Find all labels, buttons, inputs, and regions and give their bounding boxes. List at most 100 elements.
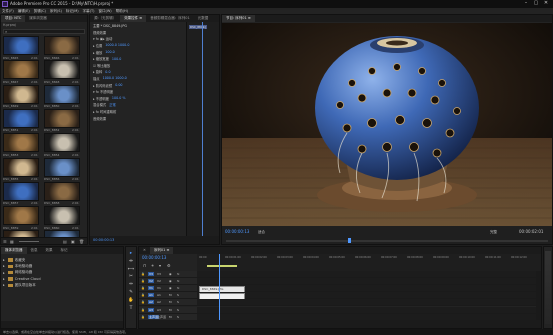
fit-dropdown[interactable]: 适合 <box>258 230 265 235</box>
icon-view-icon[interactable]: ▦ <box>10 239 14 244</box>
track-target-toggle[interactable]: A3 <box>148 307 154 312</box>
effect-keyframe-area[interactable]: DSC_8849.J <box>186 22 219 236</box>
program-timecode-current[interactable]: 00:00:00:13 <box>225 229 249 234</box>
tab-source[interactable]: 源:（无剪辑） <box>90 15 120 22</box>
solo-icon[interactable]: S <box>177 315 179 319</box>
mute-icon[interactable]: M <box>169 308 172 312</box>
property-value[interactable]: 1000.0 1000.0 <box>103 76 127 80</box>
track-header[interactable]: 🔒 A3 A3 M S <box>139 306 197 313</box>
minimize-icon[interactable]: – <box>521 0 531 7</box>
track-select-tool-icon[interactable]: ⇹ <box>129 258 133 266</box>
linked-selection-icon[interactable]: ⚭ <box>151 263 154 268</box>
lock-icon[interactable]: 🔒 <box>141 300 145 304</box>
sync-lock-icon[interactable]: ⇋ <box>177 279 180 283</box>
property-value[interactable]: 100.0 <box>112 57 121 61</box>
effect-property-row[interactable]: ▸ 防闪烁滤镜 0.00 <box>93 82 183 89</box>
expand-icon[interactable]: ▸ <box>3 264 5 268</box>
tab-audio-clip-mixer[interactable]: 音频剪辑混合器：序列01 <box>146 15 193 22</box>
effect-timecode[interactable]: 00:00:00:13 <box>90 236 219 244</box>
snap-icon[interactable]: ⊓ <box>143 263 146 268</box>
video-frame[interactable] <box>222 23 552 226</box>
effect-playhead[interactable] <box>202 22 203 236</box>
track-header[interactable]: 🔒 A2 A2 M S <box>139 299 197 306</box>
effect-property-row[interactable]: 视频效果 <box>93 29 183 36</box>
mute-icon[interactable]: M <box>169 293 172 297</box>
property-value[interactable]: 1000.0 1000.0 <box>105 43 129 47</box>
project-search-input[interactable]: ⌕ <box>3 29 85 34</box>
effect-property-row[interactable]: ▾ fx ▣▸ 运动 <box>93 36 183 43</box>
lock-icon[interactable]: 🔒 <box>141 308 145 312</box>
tab-media-browser[interactable]: 媒体浏览器 <box>1 247 27 254</box>
mute-icon[interactable]: M <box>169 300 172 304</box>
tab-info[interactable]: 信息 <box>27 247 42 254</box>
lock-icon[interactable]: 🔒 <box>141 315 145 319</box>
eye-icon[interactable]: ◉ <box>169 272 172 276</box>
track-lane[interactable] <box>197 292 541 300</box>
timeline-horizontal-scrollbar[interactable] <box>139 320 541 328</box>
tab-effects[interactable]: 效果 <box>42 247 57 254</box>
solo-icon[interactable]: S <box>177 300 179 304</box>
close-icon[interactable]: ✕ <box>541 0 551 7</box>
lock-icon[interactable]: 🔒 <box>141 279 145 283</box>
eye-icon[interactable]: ◉ <box>169 279 172 283</box>
sync-lock-icon[interactable]: ⇋ <box>177 272 180 276</box>
maximize-icon[interactable]: ▢ <box>531 0 541 7</box>
track-target-toggle[interactable]: A1 <box>148 293 154 298</box>
selection-tool-icon[interactable]: ▸ <box>130 250 132 258</box>
media-browser-divider[interactable] <box>123 254 124 321</box>
property-value[interactable]: 100.0 <box>105 50 114 54</box>
effect-property-row[interactable]: ▸ 旋转 0.0 <box>93 69 183 76</box>
effect-property-row[interactable]: ▸ 缩放 100.0 <box>93 49 183 56</box>
new-bin-icon[interactable]: ▤ <box>63 239 67 244</box>
slip-tool-icon[interactable]: ⇔ <box>129 281 133 289</box>
solo-icon[interactable]: S <box>177 293 179 297</box>
track-lane[interactable] <box>197 299 541 306</box>
effect-property-row[interactable]: 锚点 1000.0 1000.0 <box>93 75 183 82</box>
timeline-playhead[interactable] <box>219 254 220 320</box>
zoom-slider[interactable] <box>19 241 39 242</box>
timeline-settings-icon[interactable]: ⚙ <box>167 263 171 268</box>
work-area-bar[interactable] <box>207 265 237 267</box>
track-lane[interactable] <box>197 278 541 285</box>
track-header[interactable]: 🔒 A1 A1 M S <box>139 292 197 299</box>
ripple-edit-tool-icon[interactable]: ⟷ <box>128 266 134 274</box>
hand-tool-icon[interactable]: ✋ <box>128 297 134 305</box>
tab-effect-controls[interactable]: 效果控件 ≡ <box>120 15 147 22</box>
tab-program[interactable]: 节目: 序列01 ≡ <box>222 15 255 22</box>
trash-icon[interactable]: 🗑 <box>79 239 84 244</box>
add-marker-icon[interactable]: ▾ <box>159 263 161 268</box>
timeline-ruler[interactable]: 00:00 00:00:01:00 00:00:02:00 00:00:03:00 00… <box>197 254 541 271</box>
expand-icon[interactable]: ▸ <box>3 258 5 262</box>
effect-property-row[interactable]: ▸ 不透明度 100.0 % <box>93 95 183 102</box>
effect-property-row[interactable]: ▸ 缩放宽度 100.0 <box>93 55 183 62</box>
tab-sequence-01[interactable]: 序列01 ≡ <box>149 247 174 254</box>
lock-icon[interactable]: 🔒 <box>141 272 145 276</box>
type-tool-icon[interactable]: T <box>130 305 133 313</box>
solo-icon[interactable]: S <box>177 308 179 312</box>
sync-lock-icon[interactable]: ⇋ <box>177 286 180 290</box>
track-target-toggle[interactable]: A2 <box>148 300 154 305</box>
track-target-toggle[interactable]: V1 <box>148 286 154 291</box>
media-browser-row[interactable]: ▸ 团队项目版本 <box>3 282 121 288</box>
effect-property-row[interactable]: ▸ 位置 1000.0 1000.0 <box>93 42 183 49</box>
close-sequence-icon[interactable]: ✕ <box>139 247 150 254</box>
effect-property-row[interactable]: ▾ fx 不透明度 <box>93 88 183 95</box>
eye-icon[interactable]: ◉ <box>169 286 172 290</box>
track-lane[interactable] <box>197 313 541 320</box>
effect-property-row[interactable]: 混合模式 正常 <box>93 102 183 109</box>
tab-metadata[interactable]: 元数据 <box>194 15 213 22</box>
lock-icon[interactable]: 🔒 <box>141 286 145 290</box>
track-lane[interactable] <box>197 271 541 278</box>
effect-property-row[interactable]: ☑ 等比缩放 <box>93 62 183 69</box>
expand-icon[interactable]: ▸ <box>3 277 5 281</box>
expand-icon[interactable]: ▸ <box>3 271 5 275</box>
pen-tool-icon[interactable]: ✎ <box>129 289 133 297</box>
timeline-timecode[interactable]: 00:00:00:13 <box>142 255 166 260</box>
expand-icon[interactable]: ▸ <box>3 283 5 287</box>
track-target-toggle[interactable]: V3 <box>148 272 154 276</box>
property-value[interactable]: 正常 <box>109 102 116 107</box>
razor-tool-icon[interactable]: ✂ <box>129 273 133 281</box>
track-target-toggle[interactable]: V2 <box>148 279 154 284</box>
list-view-icon[interactable]: ☰ <box>3 239 7 244</box>
track-lane[interactable] <box>197 306 541 313</box>
